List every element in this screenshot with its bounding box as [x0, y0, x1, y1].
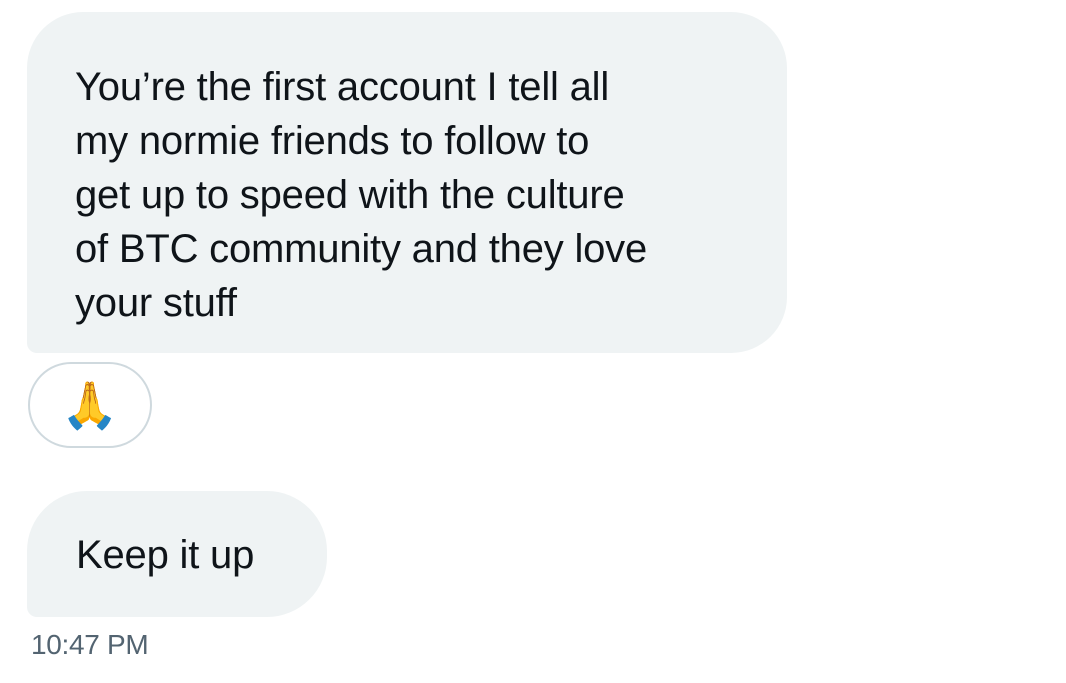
message-text-1: You’re the first account I tell all my n… — [75, 65, 648, 325]
message-bubble-1[interactable]: You’re the first account I tell all my n… — [27, 12, 787, 353]
message-bubble-2[interactable]: Keep it up — [27, 491, 327, 617]
message-reaction[interactable]: 🙏 — [28, 362, 152, 448]
message-timestamp: 10:47 PM — [31, 629, 149, 660]
message-text-2: Keep it up — [76, 533, 255, 577]
folded-hands-icon: 🙏 — [61, 379, 119, 431]
